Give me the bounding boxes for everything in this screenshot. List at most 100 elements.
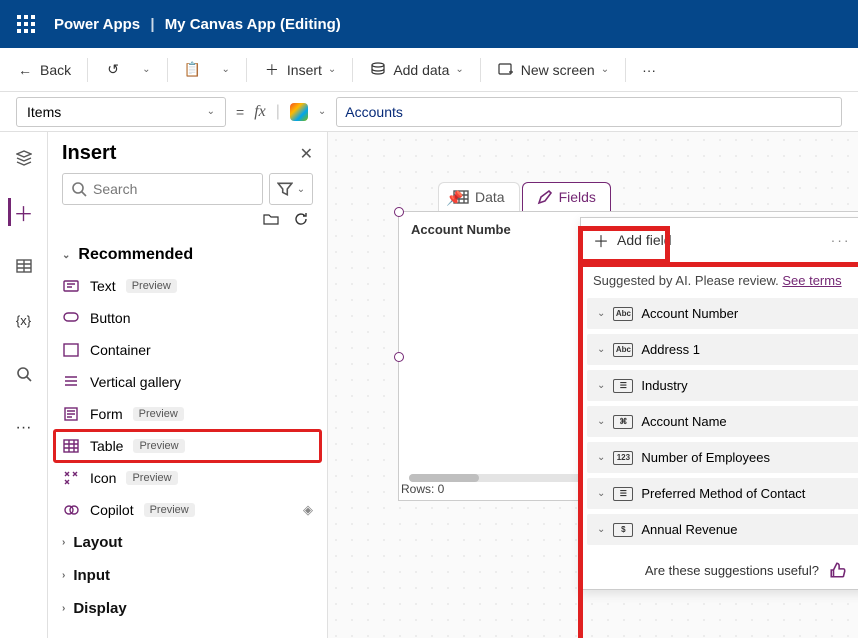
thumbs-up-icon[interactable] [829, 561, 847, 579]
undo-chevron[interactable]: ⌄ [134, 60, 158, 79]
field-label: Industry [641, 378, 687, 393]
field-label: Account Name [641, 414, 726, 429]
section-label: Display [73, 600, 126, 617]
tab-fields[interactable]: Fields [522, 182, 611, 211]
text-icon [62, 277, 80, 295]
fields-flyout: ＋ Add field ··· ⌄ Suggested by AI. Pleas… [580, 217, 858, 590]
variables-rail-button[interactable]: {x} [8, 304, 40, 336]
copilot-icon[interactable] [290, 103, 308, 121]
filter-icon [277, 181, 293, 197]
type-text-icon: Abc [613, 307, 633, 321]
arrow-left-icon: ← [16, 61, 34, 79]
item-copilot[interactable]: Copilot Preview ◈ [48, 494, 327, 526]
filter-button[interactable]: ⌄ [269, 173, 313, 205]
left-rail: ＋ {x} ··· [0, 132, 48, 638]
section-layout[interactable]: › Layout [48, 526, 327, 559]
field-label: Number of Employees [641, 450, 770, 465]
undo-button[interactable]: ↺ [96, 57, 130, 83]
search-input[interactable]: Search [62, 173, 263, 205]
paste-chevron[interactable]: ⌄ [214, 60, 238, 79]
table-control[interactable]: 📌 Data Fields Account Numbe Rows: 0 [398, 182, 858, 502]
chevron-down-icon: ⌄ [597, 524, 605, 535]
property-dropdown[interactable]: Items ⌄ [16, 97, 226, 127]
plus-icon: ＋ [263, 61, 281, 79]
paste-button[interactable]: 📋 [176, 57, 210, 83]
item-vertical-gallery[interactable]: Vertical gallery [48, 366, 327, 398]
item-label: Copilot [90, 502, 134, 518]
chevron-down-icon: ⌄ [207, 106, 215, 117]
preview-badge: Preview [144, 503, 195, 517]
item-table[interactable]: Table Preview [54, 430, 321, 462]
type-option-icon: ☰ [613, 379, 633, 393]
emoji-icon [62, 469, 80, 487]
close-panel-button[interactable]: ✕ [300, 144, 313, 164]
chevron-down-icon: ⌄ [597, 452, 605, 463]
fields-list: ⌄AbcAccount Number ⌄AbcAddress 1 ⌄ ☰ Indus… [581, 298, 858, 551]
field-row[interactable]: ⌄ 123 Number of Employees [587, 442, 858, 473]
preview-badge: Preview [126, 471, 177, 485]
item-text[interactable]: Text Preview [48, 270, 327, 302]
chevron-down-icon: ⌄ [455, 64, 463, 75]
item-form[interactable]: Form Preview [48, 398, 327, 430]
item-button[interactable]: Button [48, 302, 327, 334]
add-data-button[interactable]: Add data ⌄ [361, 57, 471, 83]
section-input[interactable]: › Input [48, 559, 327, 592]
type-number-icon: 123 [613, 451, 633, 465]
formula-input[interactable]: Accounts [336, 97, 842, 127]
more-rail-button[interactable]: ··· [8, 412, 40, 444]
item-label: Button [90, 310, 130, 326]
clipboard-icon: 📋 [184, 61, 202, 79]
preview-badge: Preview [133, 407, 184, 421]
undo-icon: ↺ [104, 61, 122, 79]
preview-badge: Preview [133, 439, 184, 453]
resize-handle[interactable] [394, 207, 404, 217]
see-terms-link[interactable]: See terms [782, 273, 841, 288]
tab-label: Data [475, 189, 505, 205]
section-label: Layout [73, 534, 122, 551]
suggest-text: Suggested by AI. Please review. [593, 273, 782, 288]
section-display[interactable]: › Display [48, 592, 327, 625]
scrollbar-thumb[interactable] [409, 474, 479, 482]
canvas[interactable]: 📌 Data Fields Account Numbe Rows: 0 [328, 132, 858, 638]
type-currency-icon: $ [613, 523, 633, 537]
chevron-down-icon[interactable]: ⌄ [318, 106, 326, 117]
insert-button[interactable]: ＋ Insert ⌄ [255, 57, 344, 83]
equals-sign: = [236, 104, 244, 120]
field-label: Annual Revenue [641, 522, 737, 537]
section-recommended[interactable]: ⌄ Recommended [48, 240, 327, 270]
chevron-down-icon: ⌄ [597, 488, 605, 499]
more-icon[interactable]: ··· [831, 232, 851, 248]
tab-label: Fields [559, 189, 596, 205]
back-button[interactable]: ← Back [8, 57, 79, 83]
title-bar: Power Apps | My Canvas App (Editing) [0, 0, 858, 48]
formula-bar: Items ⌄ = fx | ⌄ Accounts [0, 92, 858, 132]
field-row[interactable]: ⌄ $ Annual Revenue [587, 514, 858, 545]
chevron-right-icon: › [62, 603, 65, 614]
tree-view-button[interactable] [8, 142, 40, 174]
data-rail-button[interactable] [8, 250, 40, 282]
search-rail-button[interactable] [8, 358, 40, 390]
insert-rail-button[interactable]: ＋ [8, 196, 40, 228]
field-row[interactable]: ⌄AbcAddress 1 [587, 334, 858, 365]
field-row[interactable]: ⌄AbcAccount Number [587, 298, 858, 329]
app-launcher-icon[interactable] [12, 10, 40, 38]
add-field-label: Add field [617, 232, 671, 248]
plus-icon: ＋ [14, 198, 34, 227]
app-title: Power Apps | My Canvas App (Editing) [54, 16, 341, 33]
property-name: Items [27, 104, 61, 120]
new-screen-button[interactable]: New screen ⌄ [489, 57, 617, 83]
collapse-button[interactable] [263, 211, 279, 230]
item-icon[interactable]: Icon Preview [48, 462, 327, 494]
layers-icon [16, 150, 32, 166]
add-field-button[interactable]: ＋ Add field ··· ⌄ [581, 218, 858, 262]
more-button[interactable]: ··· [634, 58, 664, 82]
field-row[interactable]: ⌄⌘Account Name [587, 406, 858, 437]
field-row[interactable]: ⌄☰Preferred Method of Contact [587, 478, 858, 509]
field-row[interactable]: ⌄☰Industry [587, 370, 858, 401]
brand-name: Power Apps [54, 16, 140, 33]
pin-icon[interactable]: 📌 [446, 190, 463, 207]
premium-icon: ◈ [303, 502, 313, 518]
resize-handle[interactable] [394, 352, 404, 362]
refresh-button[interactable] [293, 211, 309, 230]
item-container[interactable]: Container [48, 334, 327, 366]
